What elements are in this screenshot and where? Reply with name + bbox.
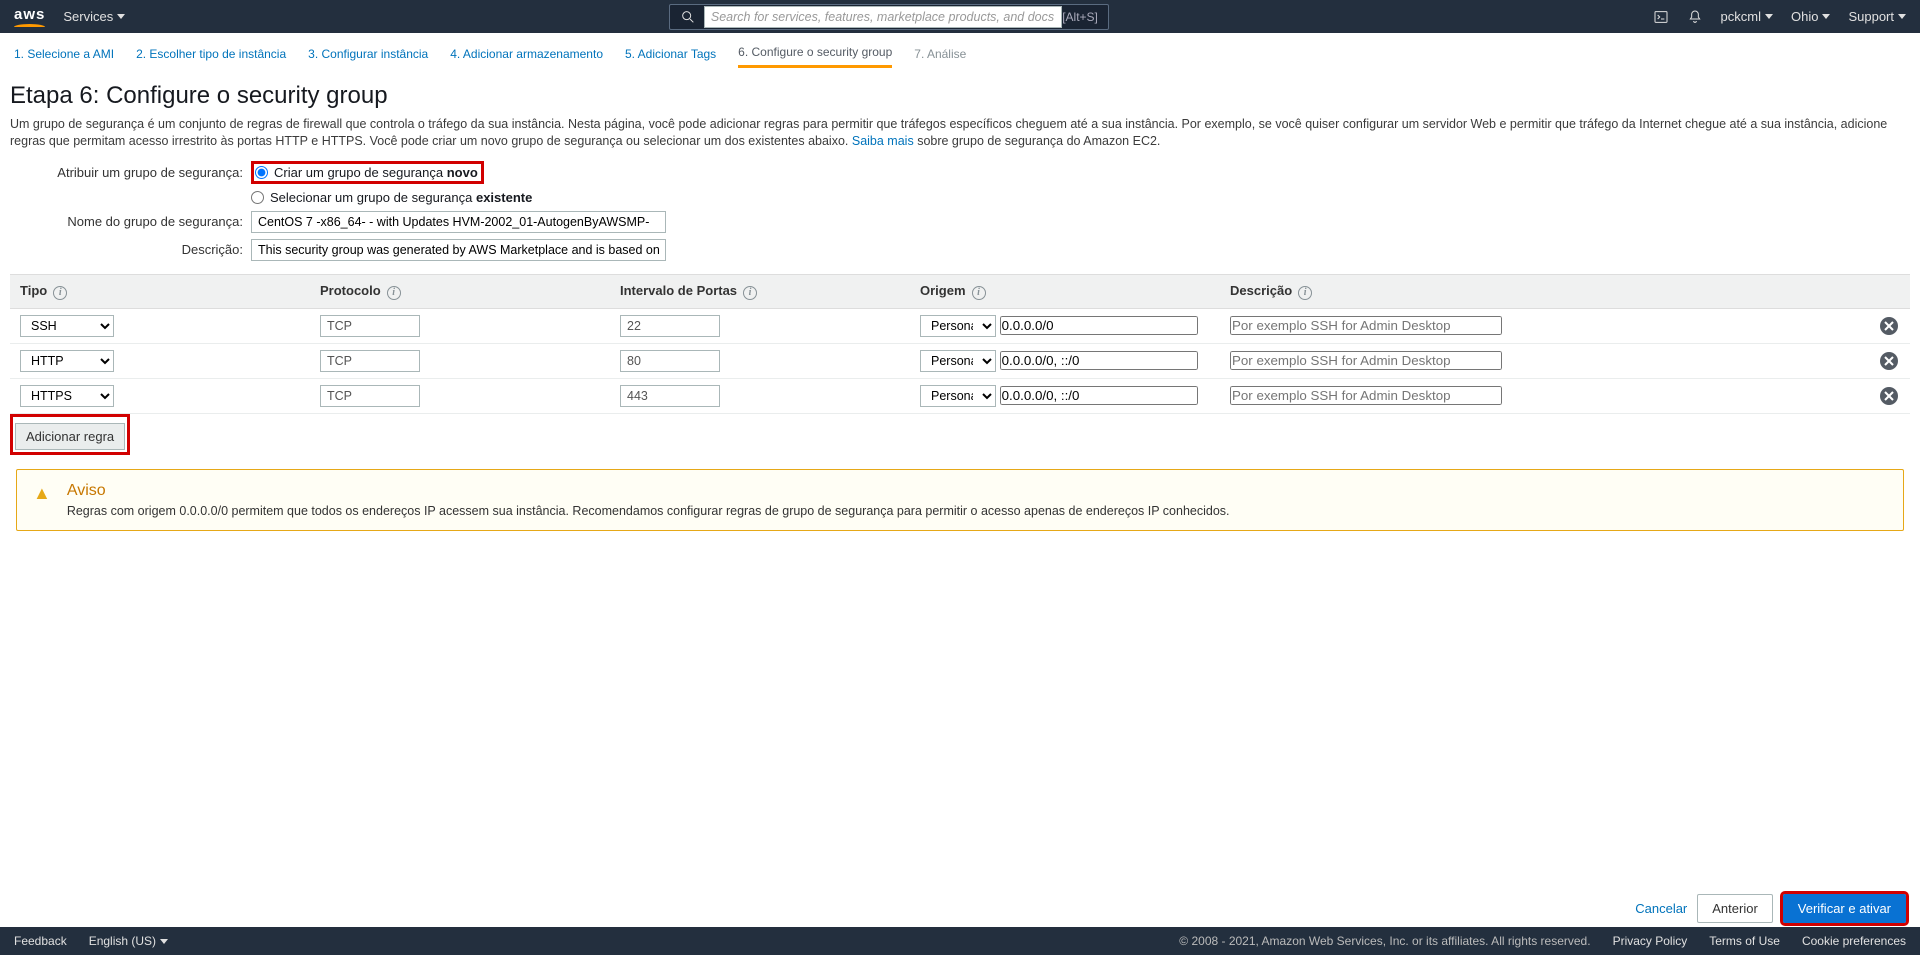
step-5[interactable]: 5. Adicionar Tags <box>625 41 716 67</box>
cancel-link[interactable]: Cancelar <box>1635 901 1687 916</box>
page-intro: Um grupo de segurança é um conjunto de r… <box>10 116 1910 150</box>
source-input[interactable] <box>1000 351 1198 370</box>
remove-rule-button[interactable] <box>1880 387 1898 405</box>
source-type-select[interactable]: Personalizado <box>920 350 996 372</box>
notifications-icon[interactable] <box>1687 9 1703 25</box>
feedback-link[interactable]: Feedback <box>14 934 67 948</box>
sg-desc-label: Descrição: <box>10 242 251 257</box>
rule-desc-input[interactable] <box>1230 316 1502 335</box>
main-content: Etapa 6: Configure o security group Um g… <box>0 74 1920 531</box>
previous-button[interactable]: Anterior <box>1697 894 1773 923</box>
caret-down-icon <box>1898 14 1906 19</box>
assign-sg-label: Atribuir um grupo de segurança: <box>10 165 251 180</box>
radio-create-new[interactable] <box>255 166 268 179</box>
table-row: HTTP Personalizado <box>10 343 1910 378</box>
cloudshell-icon[interactable] <box>1653 9 1669 25</box>
type-select[interactable]: HTTPS <box>20 385 114 407</box>
source-input[interactable] <box>1000 316 1198 335</box>
language-selector[interactable]: English (US) <box>89 934 168 948</box>
step-3[interactable]: 3. Configurar instância <box>308 41 428 67</box>
caret-down-icon <box>117 14 125 19</box>
radio-select-existing-label[interactable]: Selecionar um grupo de segurança existen… <box>270 190 532 205</box>
rule-desc-input[interactable] <box>1230 351 1502 370</box>
source-type-select[interactable]: Personalizado <box>920 385 996 407</box>
table-row: HTTPS Personalizado <box>10 378 1910 413</box>
remove-rule-button[interactable] <box>1880 317 1898 335</box>
protocol-input <box>320 385 420 407</box>
remove-rule-button[interactable] <box>1880 352 1898 370</box>
aws-logo[interactable]: aws <box>14 6 45 27</box>
port-input <box>620 350 720 372</box>
services-menu[interactable]: Services <box>63 9 125 24</box>
col-port-header: Intervalo de Portasi <box>610 274 910 308</box>
port-input <box>620 315 720 337</box>
sg-name-input[interactable] <box>251 211 666 233</box>
radio-create-new-label[interactable]: Criar um grupo de segurança novo <box>274 165 478 180</box>
wizard-steps: 1. Selecione a AMI 2. Escolher tipo de i… <box>0 33 1920 74</box>
rules-table: Tipoi Protocoloi Intervalo de Portasi Or… <box>10 274 1910 414</box>
account-menu[interactable]: pckcml <box>1721 9 1773 24</box>
caret-down-icon <box>1765 14 1773 19</box>
support-menu[interactable]: Support <box>1848 9 1906 24</box>
page-title: Etapa 6: Configure o security group <box>10 82 1910 110</box>
add-rule-highlight: Adicionar regra <box>10 414 130 455</box>
caret-down-icon <box>1822 14 1830 19</box>
info-icon[interactable]: i <box>972 286 986 300</box>
wizard-actions: Cancelar Anterior Verificar e ativar <box>1635 894 1906 923</box>
protocol-input <box>320 315 420 337</box>
step-4[interactable]: 4. Adicionar armazenamento <box>450 41 603 67</box>
radio-select-existing[interactable] <box>251 191 264 204</box>
info-icon[interactable]: i <box>743 286 757 300</box>
source-type-select[interactable]: Personalizado <box>920 315 996 337</box>
radio-new-highlight: Criar um grupo de segurança novo <box>251 161 484 184</box>
type-select[interactable]: HTTP <box>20 350 114 372</box>
footer-bar: Feedback English (US) © 2008 - 2021, Ama… <box>0 927 1920 955</box>
info-icon[interactable]: i <box>53 286 67 300</box>
copyright-text: © 2008 - 2021, Amazon Web Services, Inc.… <box>1179 934 1590 948</box>
info-icon[interactable]: i <box>387 286 401 300</box>
warning-box: ▲ Aviso Regras com origem 0.0.0.0/0 perm… <box>16 469 1904 531</box>
terms-link[interactable]: Terms of Use <box>1709 934 1780 948</box>
col-type-header: Tipoi <box>10 274 310 308</box>
step-2[interactable]: 2. Escolher tipo de instância <box>136 41 286 67</box>
table-row: SSH Personalizado <box>10 308 1910 343</box>
top-navbar: aws Services [Alt+S] pckcml Ohio Support <box>0 0 1920 33</box>
sg-name-label: Nome do grupo de segurança: <box>10 214 251 229</box>
protocol-input <box>320 350 420 372</box>
cookie-link[interactable]: Cookie preferences <box>1802 934 1906 948</box>
source-input[interactable] <box>1000 386 1198 405</box>
col-protocol-header: Protocoloi <box>310 274 610 308</box>
add-rule-button[interactable]: Adicionar regra <box>15 423 125 450</box>
warning-triangle-icon: ▲ <box>33 483 51 518</box>
warning-text: Regras com origem 0.0.0.0/0 permitem que… <box>67 504 1230 518</box>
services-label: Services <box>63 9 113 24</box>
search-shortcut: [Alt+S] <box>1062 10 1098 24</box>
col-source-header: Origemi <box>910 274 1220 308</box>
rule-desc-input[interactable] <box>1230 386 1502 405</box>
step-7: 7. Análise <box>914 41 966 67</box>
warning-title: Aviso <box>67 482 1230 500</box>
port-input <box>620 385 720 407</box>
step-1[interactable]: 1. Selecione a AMI <box>14 41 114 67</box>
step-6[interactable]: 6. Configure o security group <box>738 39 892 68</box>
privacy-link[interactable]: Privacy Policy <box>1613 934 1688 948</box>
learn-more-link[interactable]: Saiba mais <box>852 134 914 148</box>
type-select[interactable]: SSH <box>20 315 114 337</box>
sg-desc-input[interactable] <box>251 239 666 261</box>
info-icon[interactable]: i <box>1298 286 1312 300</box>
region-menu[interactable]: Ohio <box>1791 9 1830 24</box>
col-desc-header: Descriçãoi <box>1220 274 1870 308</box>
search-icon <box>680 9 696 25</box>
global-search[interactable]: [Alt+S] <box>669 4 1109 30</box>
review-launch-button[interactable]: Verificar e ativar <box>1783 894 1906 923</box>
caret-down-icon <box>160 939 168 944</box>
search-input[interactable] <box>704 6 1062 28</box>
